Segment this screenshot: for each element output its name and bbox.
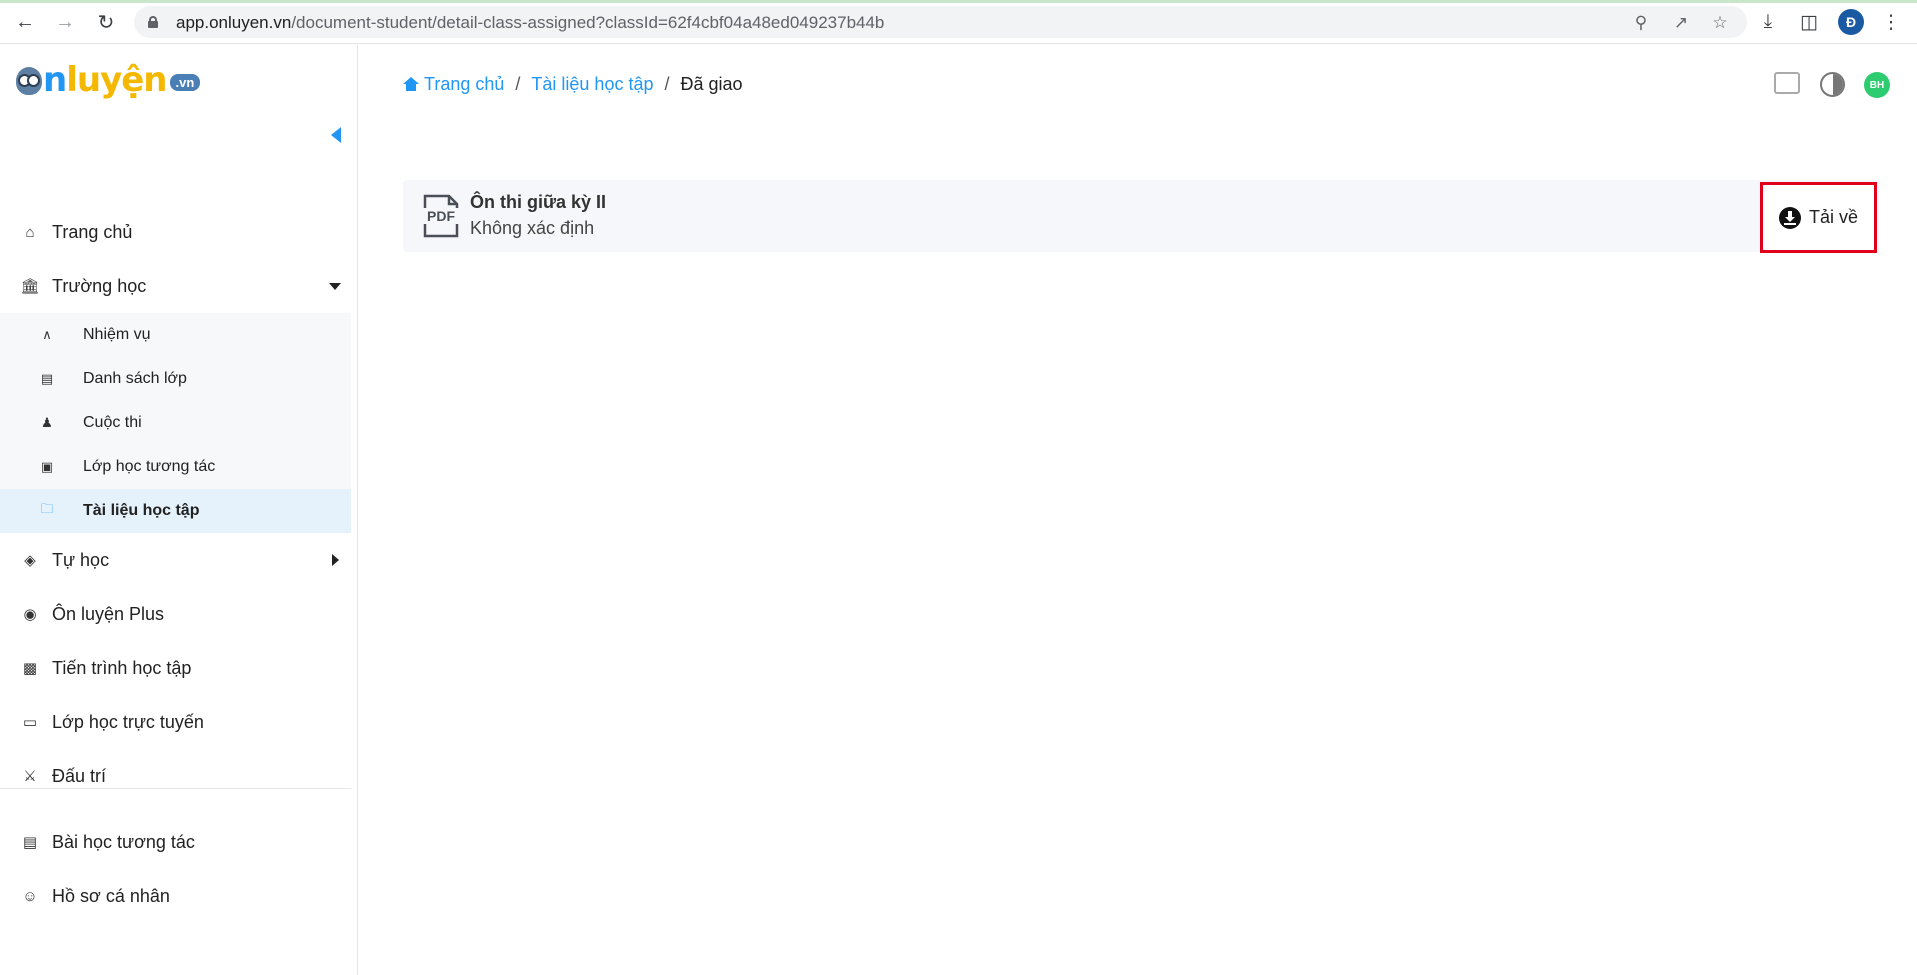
breadcrumb-materials-link[interactable]: Tài liệu học tập xyxy=(531,74,653,95)
monitor-icon: ▭ xyxy=(22,714,38,731)
sidebar: Ôn n luyện .vn ⌂ Trang chủ 🏛 Trường học … xyxy=(0,45,358,975)
lesson-icon: ▤ xyxy=(22,834,38,851)
browser-toolbar: ← → ↻ app.onluyen.vn/document-student/de… xyxy=(0,0,1917,44)
zoom-icon[interactable]: ⚲ xyxy=(1630,12,1652,34)
secondary-menu: ▤ Bài học tương tác ☺ Hồ sơ cá nhân xyxy=(0,815,351,923)
profile-avatar[interactable]: Đ xyxy=(1838,9,1864,35)
sidebar-item-tasks[interactable]: ∧ Nhiệm vụ xyxy=(0,313,351,357)
collapse-sidebar-icon[interactable] xyxy=(331,127,341,143)
interactive-class-icon: ▣ xyxy=(40,459,54,474)
pdf-file-icon: PDF xyxy=(421,194,461,238)
url-text[interactable]: app.onluyen.vn/document-student/detail-c… xyxy=(176,13,884,33)
sidebar-item-school[interactable]: 🏛 Trường học xyxy=(0,259,351,313)
owl-logo-icon xyxy=(16,67,42,95)
sidebar-item-class-list[interactable]: ▤ Danh sách lớp xyxy=(0,357,351,401)
breadcrumb-current: Đã giao xyxy=(680,74,743,94)
sidebar-item-profile[interactable]: ☺ Hồ sơ cá nhân xyxy=(0,869,351,923)
graduation-cap-icon: ◈ xyxy=(24,552,36,569)
sidebar-item-interactive-lessons[interactable]: ▤ Bài học tương tác xyxy=(0,815,351,869)
chevron-down-icon xyxy=(329,282,341,290)
contest-icon: ♟ xyxy=(41,415,53,430)
sidebar-item-study-materials[interactable]: 🗀 Tài liệu học tập xyxy=(0,489,351,533)
sidebar-item-progress[interactable]: ▩ Tiến trình học tập xyxy=(0,641,351,695)
battle-icon: ⚔ xyxy=(23,768,37,785)
download-label: Tải về xyxy=(1808,207,1859,227)
reload-icon[interactable]: ↻ xyxy=(93,9,119,35)
owl-icon: ◉ xyxy=(23,606,37,623)
document-subtitle: Không xác định xyxy=(470,218,595,238)
download-button[interactable]: Tải về xyxy=(1760,182,1877,253)
back-icon[interactable]: ← xyxy=(12,9,38,35)
home-icon: ⌂ xyxy=(25,223,35,241)
logo-text-n: n xyxy=(43,60,67,100)
svg-text:PDF: PDF xyxy=(427,208,455,224)
sidebar-item-onluyen-plus[interactable]: ◉ Ôn luyện Plus xyxy=(0,587,351,641)
logo-domain-badge: .vn xyxy=(169,74,201,91)
lock-icon[interactable] xyxy=(148,16,158,28)
sidebar-item-battle[interactable]: ⚔ Đấu trí xyxy=(0,749,351,803)
school-submenu: ∧ Nhiệm vụ ▤ Danh sách lớp ♟ Cuộc thi ▣ … xyxy=(0,313,351,533)
share-icon[interactable]: ↗ xyxy=(1670,12,1692,34)
sidebar-item-interactive-class[interactable]: ▣ Lớp học tương tác xyxy=(0,445,351,489)
breadcrumb-home-link[interactable]: Trang chủ xyxy=(403,74,504,95)
download-icon[interactable]: ⤓ xyxy=(1756,10,1780,34)
main-menu: ⌂ Trang chủ 🏛 Trường học ∧ Nhiệm vụ ▤ Da… xyxy=(0,205,351,803)
contrast-toggle-icon[interactable] xyxy=(1820,72,1845,97)
address-bar[interactable]: app.onluyen.vn/document-student/detail-c… xyxy=(134,6,1747,38)
clipboard-icon: ▤ xyxy=(40,371,54,386)
download-icon xyxy=(1778,206,1801,229)
chart-icon: ▩ xyxy=(22,660,38,677)
document-card[interactable]: PDF Ôn thi giữa kỳ II Không xác định xyxy=(403,180,1879,252)
user-avatar[interactable]: BH xyxy=(1864,72,1890,98)
breadcrumb-separator: / xyxy=(515,74,521,94)
sidebar-divider xyxy=(0,788,351,789)
chevron-right-icon xyxy=(332,554,339,566)
forward-icon[interactable]: → xyxy=(52,9,78,35)
document-title: Ôn thi giữa kỳ II xyxy=(470,192,607,212)
onluyen-logo[interactable]: Ôn n luyện .vn xyxy=(16,60,201,100)
side-panel-icon[interactable]: ◫ xyxy=(1797,10,1821,34)
user-icon: ☺ xyxy=(22,887,38,905)
sidebar-item-contest[interactable]: ♟ Cuộc thi xyxy=(0,401,351,445)
logo-text-luyen: luyện xyxy=(66,60,167,100)
sidebar-item-self-study[interactable]: ◈ Tự học xyxy=(0,533,351,587)
sidebar-item-home[interactable]: ⌂ Trang chủ xyxy=(0,205,351,259)
inbox-icon[interactable] xyxy=(1774,72,1800,94)
breadcrumb-separator: / xyxy=(664,74,670,94)
folder-icon: 🗀 xyxy=(40,501,54,516)
breadcrumb: Trang chủ / Tài liệu học tập / Đã giao xyxy=(403,74,743,95)
compass-icon: ∧ xyxy=(42,327,52,342)
more-menu-icon[interactable]: ⋮ xyxy=(1879,10,1903,34)
sidebar-item-online-class[interactable]: ▭ Lớp học trực tuyến xyxy=(0,695,351,749)
home-icon xyxy=(403,77,419,91)
school-icon: 🏛 xyxy=(20,278,40,295)
bookmark-star-icon[interactable]: ☆ xyxy=(1709,12,1731,34)
